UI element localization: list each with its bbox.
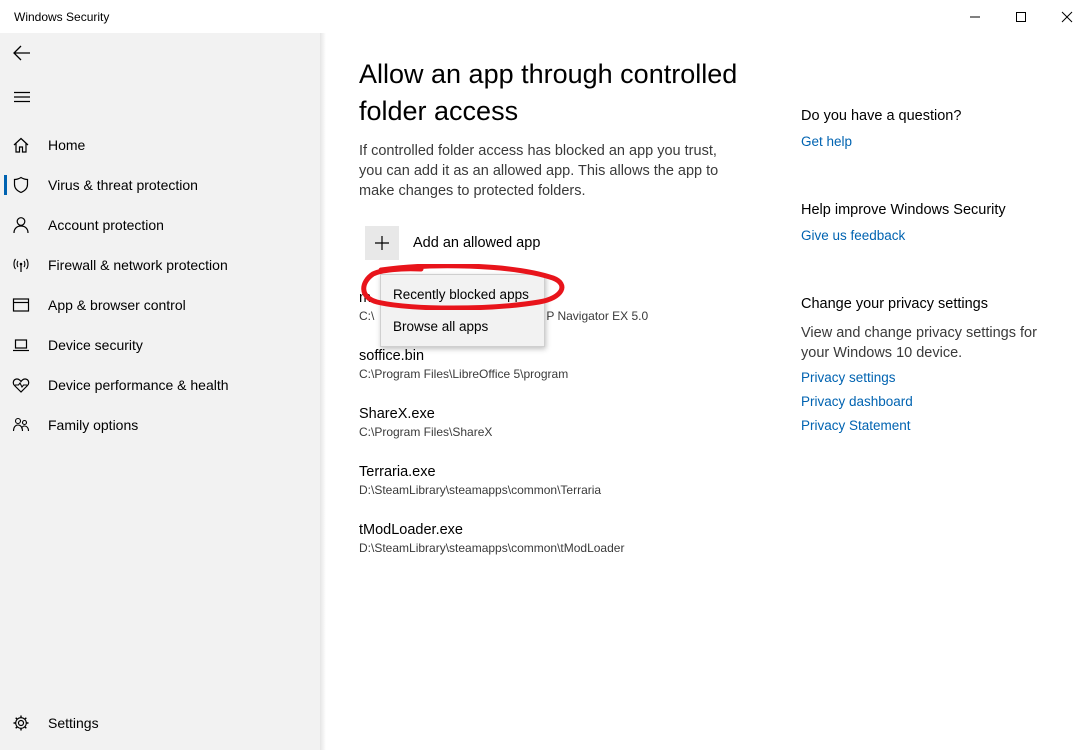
page-title: Allow an app through controlled folder a… [359, 56, 779, 130]
person-icon [13, 217, 29, 234]
menu-item-browse-all-apps[interactable]: Browse all apps [381, 310, 544, 342]
privacy-settings-link[interactable]: Privacy settings [801, 370, 1041, 385]
app-path-end: P Navigator EX 5.0 [546, 309, 649, 323]
family-icon [12, 417, 30, 432]
close-button[interactable] [1044, 0, 1090, 33]
maximize-icon [1016, 11, 1026, 22]
allowed-app-item[interactable]: tModLoader.exe D:\SteamLibrary\steamapps… [359, 522, 624, 555]
add-allowed-app-label: Add an allowed app [413, 235, 541, 251]
allowed-app-item[interactable]: ShareX.exe C:\Program Files\ShareX [359, 406, 492, 439]
app-path: C:\Program Files\ShareX [359, 425, 493, 439]
improve-heading: Help improve Windows Security [801, 202, 1006, 218]
menu-item-label: Recently blocked apps [393, 287, 529, 302]
sidebar-item-label: Home [48, 137, 86, 153]
app-path: C:\Program Files\LibreOffice 5\program [359, 367, 569, 381]
sidebar-item-label: Firewall & network protection [48, 257, 228, 273]
plus-icon-box [365, 226, 399, 260]
wifi-antenna-icon [13, 258, 29, 272]
sidebar-item-family-options[interactable]: Family options [0, 405, 320, 445]
app-name: tModLoader.exe [359, 522, 463, 538]
privacy-statement-link[interactable]: Privacy Statement [801, 418, 1041, 433]
selection-indicator [4, 175, 7, 195]
back-button[interactable] [10, 41, 34, 65]
give-feedback-link[interactable]: Give us feedback [801, 228, 1006, 243]
sidebar-item-label: App & browser control [48, 297, 186, 313]
app-name: ShareX.exe [359, 406, 435, 422]
privacy-heading: Change your privacy settings [801, 296, 988, 312]
menu-button[interactable] [10, 85, 34, 109]
sidebar-item-device-security[interactable]: Device security [0, 325, 320, 365]
sidebar-item-account-protection[interactable]: Account protection [0, 205, 320, 245]
privacy-section: Change your privacy settings View and ch… [801, 296, 1041, 433]
sidebar-item-home[interactable]: Home [0, 125, 320, 165]
add-app-dropdown-menu: Recently blocked apps Browse all apps [380, 274, 545, 347]
sidebar-item-app-browser-control[interactable]: App & browser control [0, 285, 320, 325]
sidebar-item-firewall-network[interactable]: Firewall & network protection [0, 245, 320, 285]
get-help-link[interactable]: Get help [801, 134, 961, 149]
minimize-icon [970, 16, 980, 17]
hamburger-icon [14, 91, 30, 103]
maximize-button[interactable] [998, 0, 1044, 33]
page-title-line2: folder access [359, 96, 519, 126]
app-path-start: C:\ [359, 309, 375, 323]
privacy-dashboard-link[interactable]: Privacy dashboard [801, 394, 1041, 409]
help-section: Do you have a question? Get help [801, 108, 961, 149]
sidebar-shadow [320, 33, 326, 750]
feedback-section: Help improve Windows Security Give us fe… [801, 202, 1006, 243]
menu-item-label: Browse all apps [393, 319, 489, 334]
back-arrow-icon [13, 45, 30, 61]
page-title-line1: Allow an app through controlled [359, 59, 738, 89]
sidebar-item-settings[interactable]: Settings [0, 703, 320, 743]
sidebar-item-label: Settings [48, 715, 99, 731]
minimize-button[interactable] [952, 0, 998, 33]
app-name: soffice.bin [359, 348, 425, 364]
menu-item-recently-blocked-apps[interactable]: Recently blocked apps [381, 278, 544, 310]
home-icon [13, 137, 29, 153]
add-allowed-app-button[interactable]: Add an allowed app [365, 226, 540, 260]
sidebar-item-label: Device performance & health [48, 377, 229, 393]
app-path: D:\SteamLibrary\steamapps\common\Terrari… [359, 483, 602, 497]
question-heading: Do you have a question? [801, 108, 962, 124]
window-title: Windows Security [14, 10, 110, 24]
heart-pulse-icon [12, 378, 30, 393]
app-path: D:\SteamLibrary\steamapps\common\tModLoa… [359, 541, 625, 555]
allowed-app-item[interactable]: Terraria.exe D:\SteamLibrary\steamapps\c… [359, 464, 601, 497]
sidebar-item-virus-threat-protection[interactable]: Virus & threat protection [0, 165, 320, 205]
plus-icon [375, 236, 389, 250]
app-name: Terraria.exe [359, 464, 436, 480]
sidebar-item-device-performance[interactable]: Device performance & health [0, 365, 320, 405]
close-icon [1061, 11, 1073, 22]
sidebar-item-label: Device security [48, 337, 143, 353]
sidebar-item-label: Virus & threat protection [48, 177, 198, 193]
gear-icon [13, 715, 29, 731]
page-description: If controlled folder access has blocked … [359, 143, 719, 199]
sidebar: Home Virus & threat protection Account p… [0, 33, 320, 750]
browser-window-icon [12, 298, 30, 312]
privacy-description: View and change privacy settings for you… [801, 325, 1037, 361]
allowed-app-item[interactable]: soffice.bin C:\Program Files\LibreOffice… [359, 348, 568, 381]
sidebar-item-label: Family options [48, 417, 139, 433]
title-bar: Windows Security [0, 0, 1090, 33]
laptop-icon [13, 339, 29, 352]
shield-icon [13, 176, 29, 194]
sidebar-item-label: Account protection [48, 217, 164, 233]
